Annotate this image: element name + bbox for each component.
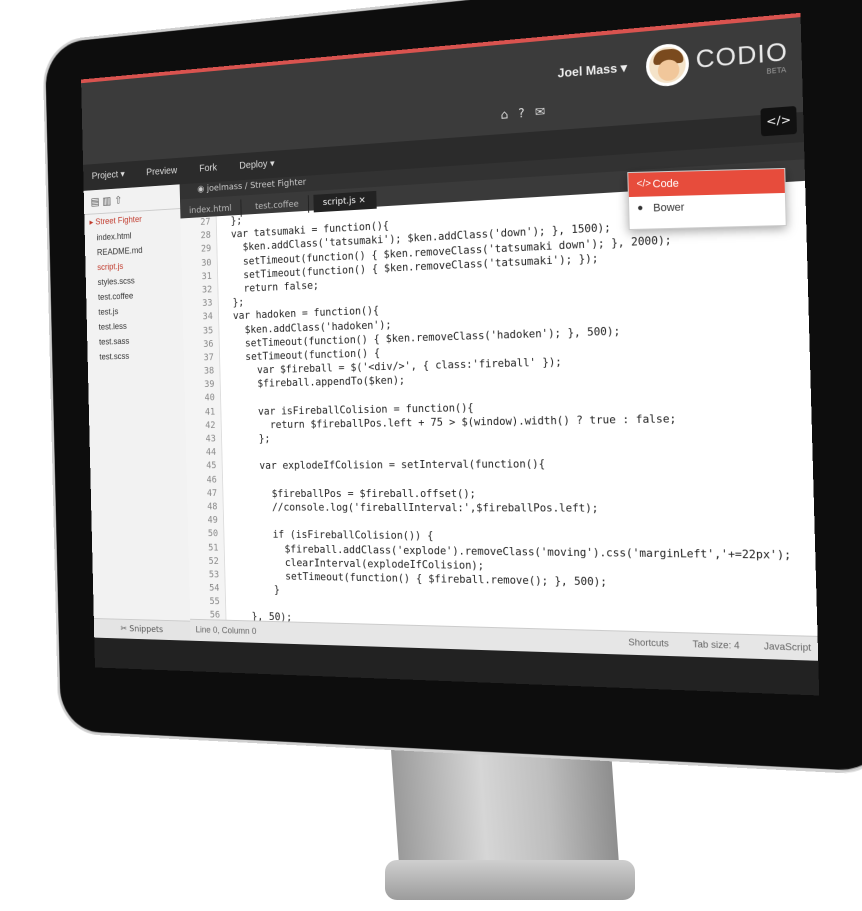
- line-number: 47: [206, 488, 218, 499]
- menu-deploy[interactable]: Deploy ▾: [230, 150, 284, 180]
- line-number: 44: [205, 447, 217, 458]
- line-number: 36: [203, 338, 214, 350]
- new-folder-icon[interactable]: ▥: [102, 195, 111, 208]
- monitor: CODIO BETA Joel Mass ▾ ⌂ ? ✉ Project ▾ P…: [0, 0, 862, 773]
- line-number: 53: [208, 569, 220, 581]
- upload-icon[interactable]: ⇧: [114, 194, 122, 207]
- tab-script-js-label: script.js: [322, 196, 356, 208]
- code-toggle-button[interactable]: </>: [760, 105, 797, 137]
- avatar[interactable]: [645, 42, 690, 88]
- menu-deploy-label: Deploy: [239, 159, 268, 172]
- menu-project[interactable]: Project ▾: [83, 161, 134, 190]
- menu-project-label: Project: [91, 169, 119, 182]
- new-file-icon[interactable]: ▤: [91, 195, 100, 208]
- eye-icon: ◉: [197, 184, 205, 195]
- dropdown-option-bower[interactable]: ● Bower: [629, 193, 786, 221]
- line-number: 48: [207, 501, 218, 513]
- dropdown-option-bower-label: Bower: [653, 201, 685, 215]
- line-number: 41: [204, 406, 216, 418]
- avatar-face: [657, 58, 680, 82]
- help-icon[interactable]: ?: [518, 106, 525, 121]
- menu-fork[interactable]: Fork: [190, 154, 226, 182]
- code-area[interactable]: }; var tatsumaki = function(){ $ken.addC…: [219, 181, 813, 648]
- line-number: 46: [206, 474, 217, 486]
- shortcuts-button[interactable]: Shortcuts: [628, 637, 669, 649]
- line-number: 45: [206, 460, 217, 472]
- line-number: 33: [202, 298, 213, 309]
- monitor-stand-base: [385, 860, 635, 900]
- user-menu[interactable]: Joel Mass ▾: [557, 60, 627, 80]
- menu-preview[interactable]: Preview: [137, 157, 186, 186]
- bower-icon: ●: [637, 202, 644, 214]
- line-number: 37: [203, 352, 214, 364]
- home-icon[interactable]: ⌂: [500, 107, 508, 122]
- mail-icon[interactable]: ✉: [535, 104, 546, 119]
- top-icons: ⌂ ? ✉: [500, 104, 545, 122]
- line-number: 49: [207, 515, 218, 526]
- ide-screen: CODIO BETA Joel Mass ▾ ⌂ ? ✉ Project ▾ P…: [81, 12, 820, 696]
- snippets-button[interactable]: ✂ Snippets: [93, 618, 191, 641]
- beta-label: BETA: [766, 65, 787, 76]
- line-number: 38: [203, 365, 215, 377]
- line-number: 42: [205, 420, 216, 431]
- code-dropdown: </> Code ● Bower: [627, 167, 787, 231]
- cursor-position: Line 0, Column 0: [195, 624, 257, 637]
- line-number: 43: [205, 433, 216, 445]
- line-number: 55: [209, 596, 220, 608]
- dropdown-option-code-label: Code: [652, 177, 680, 191]
- file-tree: ▸ Street Fighter index.html README.md sc…: [84, 209, 184, 365]
- line-number: 34: [202, 311, 213, 323]
- line-number: 39: [204, 379, 215, 391]
- user-name: Joel Mass: [557, 61, 618, 81]
- code-line: $fireballPos = $fireball.offset();: [225, 487, 477, 500]
- line-number: 40: [204, 392, 215, 404]
- tab-size-selector[interactable]: Tab size: 4: [692, 639, 739, 651]
- line-number: 35: [202, 325, 214, 337]
- line-number: 54: [209, 583, 220, 594]
- language-selector[interactable]: JavaScript: [764, 641, 811, 653]
- snippets-label: Snippets: [129, 624, 164, 636]
- line-number: 50: [207, 528, 219, 540]
- sidebar: ▤ ▥ ⇧ ▸ Street Fighter index.html README…: [83, 184, 192, 641]
- tree-folder-label: Street Fighter: [95, 214, 142, 227]
- line-number: 52: [208, 555, 219, 567]
- close-icon[interactable]: ×: [358, 195, 365, 205]
- line-number: 51: [208, 542, 219, 553]
- tree-file[interactable]: test.scss: [87, 347, 183, 365]
- code-icon: </>: [636, 178, 652, 190]
